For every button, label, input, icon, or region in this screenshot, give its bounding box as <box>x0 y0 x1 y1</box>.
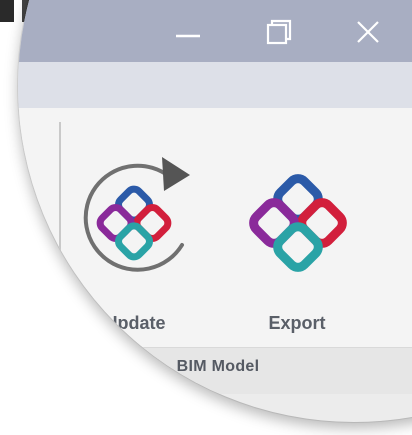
close-button[interactable] <box>348 12 388 52</box>
minimize-button[interactable] <box>168 12 208 52</box>
magnified-window-lens: Update Export BIM Model <box>18 0 412 422</box>
maximize-button[interactable] <box>258 12 298 52</box>
minimize-icon <box>176 34 200 38</box>
ifc-update-icon <box>83 157 190 272</box>
menu-bar <box>18 62 412 108</box>
ribbon-divider <box>59 122 61 337</box>
export-button[interactable]: Export <box>232 135 362 335</box>
ribbon-group-label: BIM Model <box>176 358 260 375</box>
update-button[interactable]: Update <box>70 135 200 335</box>
maximize-icon <box>266 19 292 45</box>
update-label: Update <box>104 313 166 333</box>
screenshot-stage: Update Export BIM Model <box>0 0 412 435</box>
ifc-logo-icon <box>249 174 347 272</box>
close-icon <box>357 21 379 43</box>
export-label: Export <box>268 313 326 333</box>
